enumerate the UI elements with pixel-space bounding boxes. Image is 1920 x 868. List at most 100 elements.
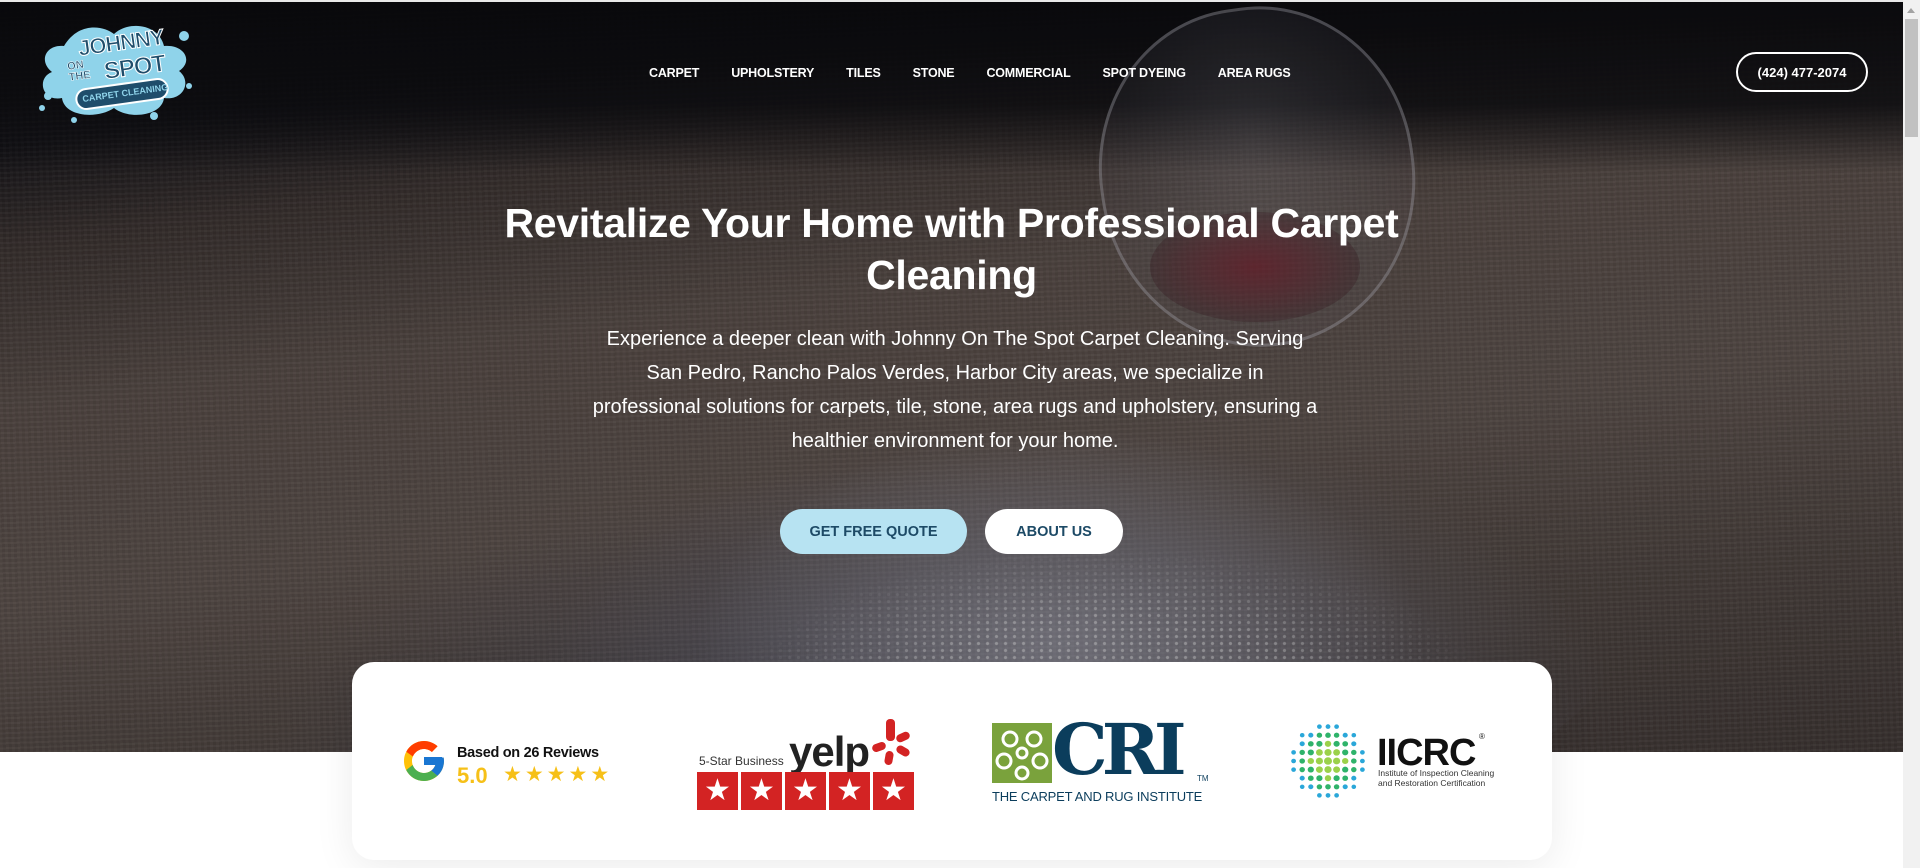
globe-dot [1342,775,1349,781]
globe-dot [1324,757,1332,765]
globe-dot [1315,766,1323,773]
google-rating-stars: ★ ★ ★ ★ ★ [503,763,609,787]
globe-dot [1342,749,1349,756]
globe-dot [1351,732,1357,738]
star-icon: ★ [524,763,544,786]
phone-button[interactable]: (424) 477-2074 [1736,52,1868,92]
google-reviews-badge[interactable]: Based on 26 Reviews 5.0 ★ ★ ★ ★ ★ [400,735,630,790]
globe-dot [1334,793,1339,798]
globe-dot [1342,732,1348,738]
globe-dot [1351,766,1357,773]
globe-dot [1308,784,1314,790]
globe-dot [1342,784,1348,790]
google-g-icon [404,741,444,781]
globe-dot [1342,741,1349,747]
iicrc-full-name: Institute of Inspection Cleaning and Res… [1378,768,1495,788]
iicrc-badge[interactable]: IICRC ® Institute of Inspection Cleaning… [1285,720,1505,804]
globe-dot [1333,732,1340,738]
globe-dot [1325,732,1331,738]
globe-dot [1324,766,1332,774]
star-icon: ★ [873,772,914,810]
globe-dot [1315,749,1323,756]
globe-dot [1307,766,1314,773]
globe-dot [1351,784,1357,790]
hero-subtitle: Experience a deeper clean with Johnny On… [592,328,1318,452]
yelp-wordmark: yelp [789,728,870,775]
hero-title: Revitalize Your Home with Professional C… [504,200,1399,298]
nav-item-carpet[interactable]: CARPET [649,66,699,80]
iicrc-registered-mark: ® [1479,732,1485,741]
globe-dot [1333,766,1341,773]
globe-dot [1299,784,1305,790]
globe-dot [1324,748,1332,756]
iicrc-globe-icon [1291,724,1365,798]
globe-dot [1291,767,1296,772]
nav-item-commercial[interactable]: COMMERCIAL [986,66,1070,80]
yelp-stars: ★ ★ ★ ★ ★ [697,772,914,810]
star-icon: ★ [546,763,566,786]
cri-wordmark: CRI [1052,708,1187,791]
star-icon: ★ [503,763,522,786]
globe-dot [1316,775,1323,782]
google-rating-value: 5.0 [457,763,488,788]
globe-dot [1307,749,1314,756]
nav-item-area-rugs[interactable]: AREA RUGS [1218,66,1291,80]
yelp-label: 5-Star Business [699,754,784,768]
get-free-quote-button[interactable]: GET FREE QUOTE [780,509,967,554]
nav-item-stone[interactable]: STONE [913,66,955,80]
globe-dot [1325,784,1331,790]
globe-dot [1360,767,1365,772]
cri-full-name: THE CARPET AND RUG INSTITUTE [992,789,1203,804]
google-reviews-count: Based on 26 Reviews [457,745,599,761]
globe-dot [1324,740,1332,747]
site-logo[interactable]: JOHNNY ON THE SPOT CARPET CLEANING [34,16,196,126]
globe-dot [1333,740,1340,747]
globe-dot [1299,775,1305,781]
star-icon: ★ [590,763,610,786]
globe-dot [1325,793,1331,798]
globe-dot [1324,775,1332,782]
globe-dot [1333,784,1340,790]
globe-dot [1333,749,1341,756]
globe-dot [1291,750,1296,755]
star-icon: ★ [568,763,588,786]
globe-dot [1359,758,1365,764]
globe-dot [1307,741,1314,747]
globe-dot [1334,724,1339,729]
globe-dot [1351,749,1357,756]
yelp-badge[interactable]: 5-Star Business yelp ★ ★ ★ ★ ★ [695,715,915,811]
globe-dot [1299,732,1305,738]
globe-dot [1360,750,1365,755]
globe-dot [1299,758,1306,764]
globe-dot [1299,766,1305,773]
globe-dot [1317,724,1322,729]
globe-dot [1308,732,1314,738]
cri-trademark: TM [1197,774,1209,783]
star-icon: ★ [697,772,738,810]
nav-item-upholstery[interactable]: UPHOLSTERY [731,66,814,80]
globe-dot [1316,732,1323,738]
globe-dot [1299,749,1305,756]
globe-dot [1341,757,1349,765]
cri-badge[interactable]: CRI TM THE CARPET AND RUG INSTITUTE [990,712,1210,808]
globe-dot [1316,784,1323,790]
globe-dot [1333,775,1340,782]
globe-dot [1307,775,1314,781]
globe-dot [1325,724,1331,729]
main-nav: CARPET UPHOLSTERY TILES STONE COMMERCIAL… [649,66,1323,80]
globe-dot [1307,757,1315,765]
about-us-button[interactable]: ABOUT US [985,509,1123,554]
cri-emblem-icon [992,723,1052,783]
globe-dot [1315,757,1324,765]
globe-dot [1299,741,1305,747]
globe-dot [1342,766,1349,773]
globe-dot [1332,757,1341,765]
nav-item-spot-dyeing[interactable]: SPOT DYEING [1103,66,1186,80]
star-icon: ★ [829,772,870,810]
scroll-up-arrow-icon[interactable] [1907,8,1915,13]
star-icon: ★ [741,772,782,810]
globe-dot [1291,758,1297,764]
page-scrollbar[interactable] [1903,0,1920,868]
scrollbar-thumb[interactable] [1905,19,1918,137]
nav-item-tiles[interactable]: TILES [846,66,881,80]
